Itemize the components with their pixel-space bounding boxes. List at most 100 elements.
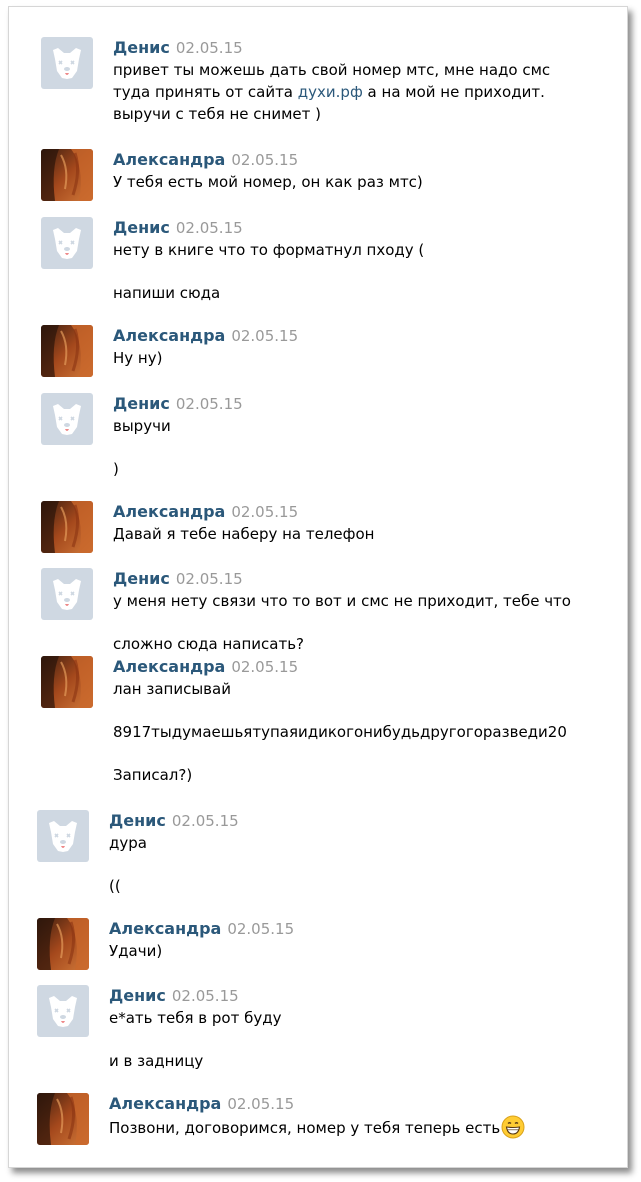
message-content: Александра 02.05.15 У тебя есть мой номер,…: [113, 149, 601, 193]
message-text: нету в книге что то форматнул пходу (: [113, 239, 601, 261]
message-text: е*ать тебя в рот буду: [109, 1007, 597, 1029]
message-text: и в задницу: [109, 1050, 597, 1072]
author-name[interactable]: Денис: [113, 394, 170, 413]
text-fragment: е*ать тебя в рот буду: [109, 1009, 282, 1027]
message-date[interactable]: 02.05.15: [231, 658, 298, 676]
message-content: Денис 02.05.15 е*ать тебя в рот буду и в за…: [109, 985, 597, 1072]
text-fragment: дура: [109, 834, 147, 852]
text-fragment: выручи: [113, 417, 171, 435]
avatar-photo[interactable]: [41, 656, 93, 708]
message-text: выручи с тебя не снимет ): [113, 103, 601, 125]
author-name[interactable]: Александра: [113, 502, 225, 521]
default-avatar-icon[interactable]: [41, 393, 93, 445]
default-avatar-icon[interactable]: [37, 985, 89, 1037]
text-fragment: Удачи): [109, 942, 163, 960]
message-text: привет ты можешь дать свой номер мтс, мн…: [113, 59, 601, 81]
default-avatar-icon[interactable]: [37, 810, 89, 862]
message-text: сложно сюда написать?: [113, 633, 601, 655]
message-text: Позвони, договоримся, номер у тебя тепер…: [109, 1115, 597, 1145]
text-fragment: выручи с тебя не снимет ): [113, 105, 321, 123]
message-text: Удачи): [109, 940, 597, 962]
message-date[interactable]: 02.05.15: [227, 1095, 294, 1113]
text-fragment: Давай я тебе наберу на телефон: [113, 525, 375, 543]
default-avatar-icon[interactable]: [41, 217, 93, 269]
message-text: у меня нету связи что то вот и смс не пр…: [113, 590, 601, 612]
text-fragment: сложно сюда написать?: [113, 635, 305, 653]
message-content: Денис 02.05.15 дура ((: [109, 810, 597, 897]
dialog-frame: Денис 02.05.15 привет ты можешь дать свой …: [8, 6, 628, 1168]
text-fragment: туда принять от сайта: [113, 83, 298, 101]
avatar-photo[interactable]: [37, 1093, 89, 1145]
avatar-photo[interactable]: [41, 149, 93, 201]
message-content: Денис 02.05.15 выручи): [113, 393, 601, 480]
text-fragment: лан записывай: [113, 680, 231, 698]
text-fragment: у меня нету связи что то вот и смс не пр…: [113, 592, 571, 610]
message-text: ): [113, 458, 601, 480]
avatar-photo[interactable]: [41, 501, 93, 553]
message-date[interactable]: 02.05.15: [231, 151, 298, 169]
message-content: Александра 02.05.15 Ну ну): [113, 325, 601, 369]
message-text: 8917тыдумаешьятупаяидикогонибудьдругогор…: [113, 721, 601, 743]
message-content: Александра 02.05.15 Удачи): [109, 918, 597, 962]
author-name[interactable]: Александра: [109, 919, 221, 938]
message-date[interactable]: 02.05.15: [231, 327, 298, 345]
author-name[interactable]: Денис: [109, 986, 166, 1005]
text-fragment: привет ты можешь дать свой номер мтс, мн…: [113, 61, 551, 79]
grinning-face-icon: [501, 1115, 525, 1145]
author-name[interactable]: Денис: [109, 811, 166, 830]
message-header: Денис 02.05.15: [113, 393, 601, 415]
message-text: Давай я тебе наберу на телефон: [113, 523, 601, 545]
message-text: напиши сюда: [113, 282, 601, 304]
message-text: Ну ну): [113, 347, 601, 369]
message-text: дура: [109, 832, 597, 854]
message-header: Александра 02.05.15: [109, 1093, 597, 1115]
text-fragment: ): [113, 460, 119, 478]
text-fragment: напиши сюда: [113, 284, 221, 302]
message-date[interactable]: 02.05.15: [176, 570, 243, 588]
avatar-photo[interactable]: [41, 325, 93, 377]
text-fragment: ((: [109, 877, 121, 895]
author-name[interactable]: Александра: [109, 1094, 221, 1113]
message-date[interactable]: 02.05.15: [176, 395, 243, 413]
message-date[interactable]: 02.05.15: [227, 920, 294, 938]
text-fragment: 8917тыдумаешьятупаяидикогонибудьдругогор…: [113, 723, 567, 741]
message-date[interactable]: 02.05.15: [231, 503, 298, 521]
message-header: Александра 02.05.15: [109, 918, 597, 940]
message-content: Александра 02.05.15 лан записывай 8917тыдум…: [113, 656, 601, 786]
author-name[interactable]: Денис: [113, 218, 170, 237]
message-content: Денис 02.05.15 привет ты можешь дать свой …: [113, 37, 601, 125]
message-date[interactable]: 02.05.15: [176, 39, 243, 57]
author-name[interactable]: Александра: [113, 326, 225, 345]
message-content: Денис 02.05.15 у меня нету связи что то во…: [113, 568, 601, 655]
author-name[interactable]: Александра: [113, 657, 225, 676]
message-text: Записал?): [113, 764, 601, 786]
message-header: Денис 02.05.15: [109, 985, 597, 1007]
author-name[interactable]: Денис: [113, 38, 170, 57]
message-header: Денис 02.05.15: [113, 568, 601, 590]
message-content: Александра 02.05.15 Позвони, договоримся, …: [109, 1093, 597, 1145]
text-fragment: Позвони, договоримся, номер у тебя тепер…: [109, 1119, 501, 1137]
message-text: ((: [109, 875, 597, 897]
author-name[interactable]: Александра: [113, 150, 225, 169]
message-text: лан записывай: [113, 678, 601, 700]
message-date[interactable]: 02.05.15: [172, 812, 239, 830]
message-text: туда принять от сайта духи.рф а на мой н…: [113, 81, 601, 103]
message-content: Денис 02.05.15 нету в книге что то форматн…: [113, 217, 601, 304]
message-header: Денис 02.05.15: [113, 217, 601, 239]
message-date[interactable]: 02.05.15: [176, 219, 243, 237]
site-link[interactable]: духи.рф: [298, 83, 363, 101]
text-fragment: У тебя есть мой номер, он как раз мтс): [113, 173, 423, 191]
message-text: У тебя есть мой номер, он как раз мтс): [113, 171, 601, 193]
message-date[interactable]: 02.05.15: [172, 987, 239, 1005]
text-fragment: и в задницу: [109, 1052, 204, 1070]
text-fragment: а на мой не приходит.: [362, 83, 545, 101]
default-avatar-icon[interactable]: [41, 568, 93, 620]
message-content: Александра 02.05.15 Давай я тебе наберу на…: [113, 501, 601, 545]
message-header: Александра 02.05.15: [113, 501, 601, 523]
message-header: Денис 02.05.15: [109, 810, 597, 832]
author-name[interactable]: Денис: [113, 569, 170, 588]
text-fragment: Записал?): [113, 766, 193, 784]
default-avatar-icon[interactable]: [41, 37, 93, 89]
message-header: Александра 02.05.15: [113, 656, 601, 678]
avatar-photo[interactable]: [37, 918, 89, 970]
